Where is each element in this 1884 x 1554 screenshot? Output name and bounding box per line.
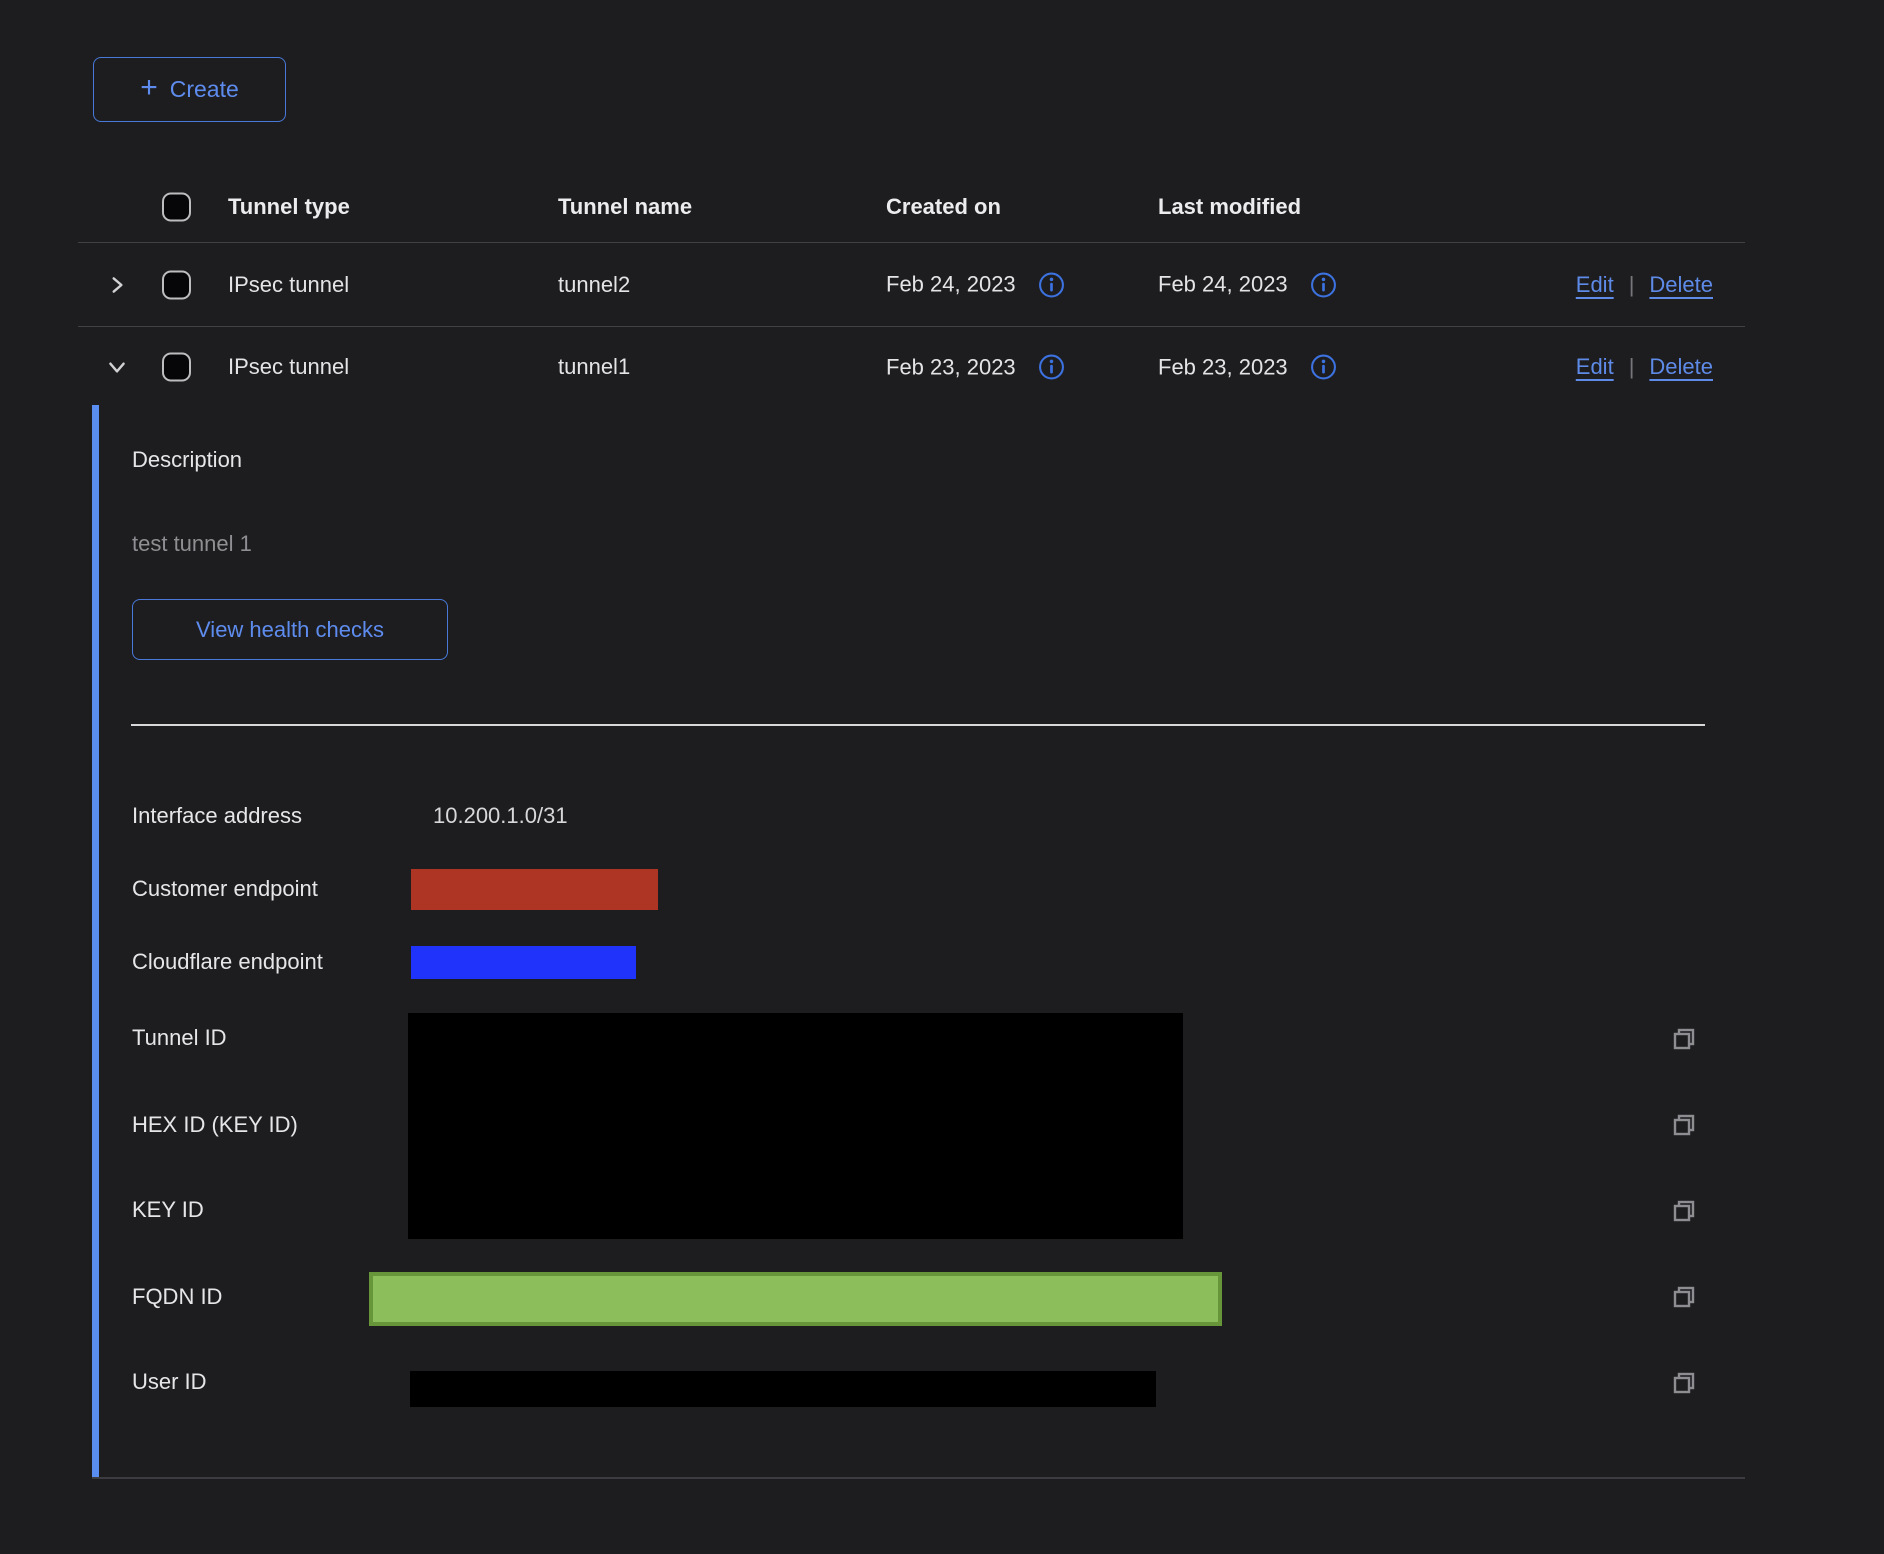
edit-link[interactable]: Edit bbox=[1576, 272, 1614, 298]
info-icon[interactable] bbox=[1310, 354, 1337, 381]
interface-address-value: 10.200.1.0/31 bbox=[433, 803, 568, 829]
column-header-last-modified: Last modified bbox=[1158, 194, 1301, 220]
row-checkbox[interactable] bbox=[162, 270, 191, 299]
copy-icon bbox=[1670, 1369, 1698, 1397]
tunnel-name-value: tunnel2 bbox=[558, 272, 630, 298]
select-all-checkbox[interactable] bbox=[162, 193, 191, 222]
copy-icon bbox=[1670, 1283, 1698, 1311]
copy-icon bbox=[1670, 1197, 1698, 1225]
table-header-row: Tunnel type Tunnel name Created on Last … bbox=[78, 172, 1745, 243]
column-header-tunnel-name: Tunnel name bbox=[558, 194, 692, 220]
delete-link[interactable]: Delete bbox=[1649, 354, 1713, 380]
info-icon[interactable] bbox=[1038, 354, 1065, 381]
copy-tunnel-id-button[interactable] bbox=[1670, 1025, 1698, 1053]
tunnel-type-value: IPsec tunnel bbox=[228, 354, 349, 380]
cloudflare-endpoint-label: Cloudflare endpoint bbox=[132, 949, 323, 975]
fqdn-id-redacted-value bbox=[369, 1272, 1222, 1326]
collapse-row-button[interactable] bbox=[106, 356, 128, 378]
actions-separator: | bbox=[1629, 354, 1635, 380]
copy-user-id-button[interactable] bbox=[1670, 1369, 1698, 1397]
create-button-label: Create bbox=[170, 76, 239, 103]
tunnel-id-label: Tunnel ID bbox=[132, 1025, 227, 1051]
section-divider bbox=[131, 724, 1705, 726]
delete-link[interactable]: Delete bbox=[1649, 272, 1713, 298]
tunnels-table: Tunnel type Tunnel name Created on Last … bbox=[78, 172, 1745, 407]
expanded-row-bottom-border bbox=[92, 1477, 1745, 1479]
table-row: IPsec tunnel tunnel1 Feb 23, 2023 Feb 23… bbox=[78, 327, 1745, 407]
view-health-checks-label: View health checks bbox=[196, 617, 384, 643]
column-header-tunnel-type: Tunnel type bbox=[228, 194, 350, 220]
column-header-created-on: Created on bbox=[886, 194, 1001, 220]
hex-id-label: HEX ID (KEY ID) bbox=[132, 1112, 298, 1138]
tunnel-hex-key-id-redacted-values bbox=[408, 1013, 1183, 1239]
customer-endpoint-redacted-value bbox=[411, 869, 658, 910]
tunnel-name-value: tunnel1 bbox=[558, 354, 630, 380]
row-checkbox[interactable] bbox=[162, 353, 191, 382]
description-label: Description bbox=[132, 447, 242, 473]
copy-key-id-button[interactable] bbox=[1670, 1197, 1698, 1225]
key-id-label: KEY ID bbox=[132, 1197, 204, 1223]
copy-fqdn-id-button[interactable] bbox=[1670, 1283, 1698, 1311]
fqdn-id-label: FQDN ID bbox=[132, 1284, 222, 1310]
created-on-value: Feb 24, 2023 bbox=[886, 272, 1016, 298]
last-modified-value: Feb 23, 2023 bbox=[1158, 354, 1288, 380]
tunnel-type-value: IPsec tunnel bbox=[228, 272, 349, 298]
actions-separator: | bbox=[1629, 272, 1635, 298]
info-icon[interactable] bbox=[1310, 271, 1337, 298]
expand-row-button[interactable] bbox=[106, 274, 128, 296]
plus-icon: + bbox=[140, 73, 158, 103]
copy-icon bbox=[1670, 1025, 1698, 1053]
cloudflare-endpoint-redacted-value bbox=[411, 946, 636, 979]
chevron-down-icon bbox=[106, 356, 128, 378]
info-icon[interactable] bbox=[1038, 271, 1065, 298]
view-health-checks-button[interactable]: View health checks bbox=[132, 599, 448, 660]
copy-icon bbox=[1670, 1111, 1698, 1139]
interface-address-label: Interface address bbox=[132, 803, 302, 829]
expanded-row-accent-bar bbox=[92, 405, 99, 1477]
created-on-value: Feb 23, 2023 bbox=[886, 354, 1016, 380]
copy-hex-id-button[interactable] bbox=[1670, 1111, 1698, 1139]
user-id-redacted-value bbox=[410, 1371, 1156, 1407]
chevron-right-icon bbox=[106, 274, 128, 296]
table-row: IPsec tunnel tunnel2 Feb 24, 2023 Feb 24… bbox=[78, 243, 1745, 327]
create-button[interactable]: + Create bbox=[93, 57, 286, 122]
description-value: test tunnel 1 bbox=[132, 531, 252, 557]
user-id-label: User ID bbox=[132, 1369, 207, 1395]
customer-endpoint-label: Customer endpoint bbox=[132, 876, 318, 902]
last-modified-value: Feb 24, 2023 bbox=[1158, 272, 1288, 298]
edit-link[interactable]: Edit bbox=[1576, 354, 1614, 380]
